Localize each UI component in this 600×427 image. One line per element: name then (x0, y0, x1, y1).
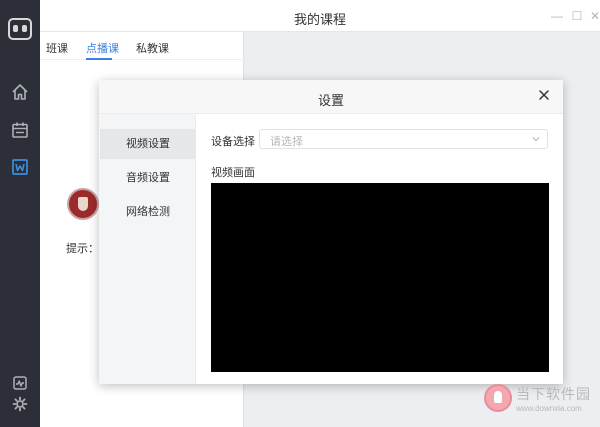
course-tabs: 班课 点播课 私教课 (40, 32, 244, 60)
app-logo-icon (8, 18, 32, 40)
dialog-header: 设置 (99, 80, 563, 114)
dialog-title: 设置 (317, 93, 344, 108)
watermark-text: 当下软件园 (516, 386, 591, 402)
home-icon[interactable] (10, 82, 30, 102)
app-sidebar (0, 0, 40, 427)
chevron-down-icon (531, 134, 541, 144)
watermark: 当下软件园 www.downxia.com (484, 380, 594, 420)
watermark-url: www.downxia.com (516, 404, 582, 413)
dialog-close-icon[interactable] (537, 88, 551, 102)
close-icon[interactable]: ✕ (588, 9, 600, 23)
menu-audio-settings[interactable]: 音频设置 (100, 163, 196, 193)
menu-video-settings[interactable]: 视频设置 (100, 129, 196, 159)
video-preview (211, 183, 549, 372)
device-label: 设备选择 (211, 136, 255, 148)
maximize-icon[interactable]: ☐ (570, 9, 584, 23)
title-bar: 我的课程 — ☐ ✕ (40, 0, 600, 32)
device-select-placeholder: 请选择 (270, 136, 303, 148)
menu-network-check[interactable]: 网络检测 (100, 197, 196, 227)
device-select[interactable]: 请选择 (259, 129, 548, 149)
gear-icon[interactable] (10, 394, 30, 414)
tab-class[interactable]: 班课 (46, 40, 68, 56)
school-logo (67, 188, 99, 220)
settings-dialog: 设置 视频设置 音频设置 网络检测 设备选择 请选择 视频画面 (99, 80, 563, 384)
window-title: 我的课程 (293, 12, 346, 27)
active-tab-indicator (86, 58, 112, 60)
tab-private[interactable]: 私教课 (136, 40, 169, 56)
watermark-logo-icon (484, 384, 512, 412)
pulse-icon[interactable] (10, 373, 30, 393)
settings-menu: 视频设置 音频设置 网络检测 (99, 114, 196, 384)
tab-on-demand[interactable]: 点播课 (86, 40, 119, 56)
preview-label: 视频画面 (211, 167, 255, 179)
course-icon[interactable] (10, 157, 30, 177)
calendar-icon[interactable] (10, 120, 30, 140)
minimize-icon[interactable]: — (550, 9, 564, 23)
